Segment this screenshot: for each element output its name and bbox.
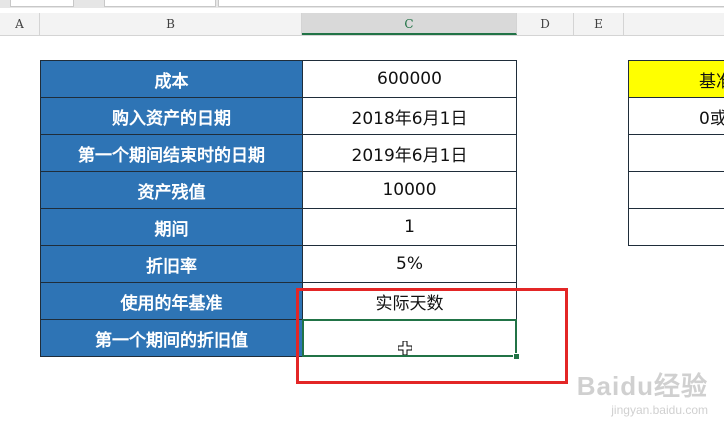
sheet-tab[interactable] (218, 0, 724, 7)
cell-cursor-icon (398, 341, 412, 355)
right-row-cell[interactable] (628, 208, 724, 246)
sheet-tab[interactable] (104, 0, 216, 7)
column-header-a[interactable]: A (0, 13, 40, 35)
value-first-period-end[interactable]: 2019年6月1日 (302, 134, 517, 172)
label-year-basis[interactable]: 使用的年基准 (40, 282, 303, 320)
column-header-b[interactable]: B (40, 13, 302, 35)
column-header-c[interactable]: C (302, 13, 517, 35)
column-header-d[interactable]: D (517, 13, 574, 35)
column-header-e[interactable]: E (574, 13, 624, 35)
right-row-cell[interactable]: 0或 (628, 97, 724, 135)
right-row-cell[interactable] (628, 134, 724, 172)
column-header-row: A B C D E (0, 13, 724, 36)
label-period[interactable]: 期间 (40, 208, 303, 246)
watermark: Baidu经验 jingyan.baidu.com (577, 366, 708, 417)
watermark-brand: Baidu经验 (576, 371, 708, 401)
value-cost[interactable]: 600000 (302, 60, 517, 98)
sheet-tab-strip (0, 0, 724, 8)
value-purchase-date[interactable]: 2018年6月1日 (302, 97, 517, 135)
label-rate[interactable]: 折旧率 (40, 245, 303, 283)
right-header-cell[interactable]: 基准 (628, 60, 724, 98)
label-purchase-date[interactable]: 购入资产的日期 (40, 97, 303, 135)
value-period[interactable]: 1 (302, 208, 517, 246)
value-rate[interactable]: 5% (302, 245, 517, 283)
value-salvage[interactable]: 10000 (302, 171, 517, 209)
label-salvage[interactable]: 资产残值 (40, 171, 303, 209)
label-cost[interactable]: 成本 (40, 60, 303, 98)
label-first-depreciation[interactable]: 第一个期间的折旧值 (40, 319, 303, 357)
label-first-period-end[interactable]: 第一个期间结束时的日期 (40, 134, 303, 172)
sheet-tab[interactable] (10, 0, 74, 7)
watermark-url: jingyan.baidu.com (611, 403, 708, 417)
right-row-cell[interactable] (628, 171, 724, 209)
highlight-box (296, 288, 568, 384)
